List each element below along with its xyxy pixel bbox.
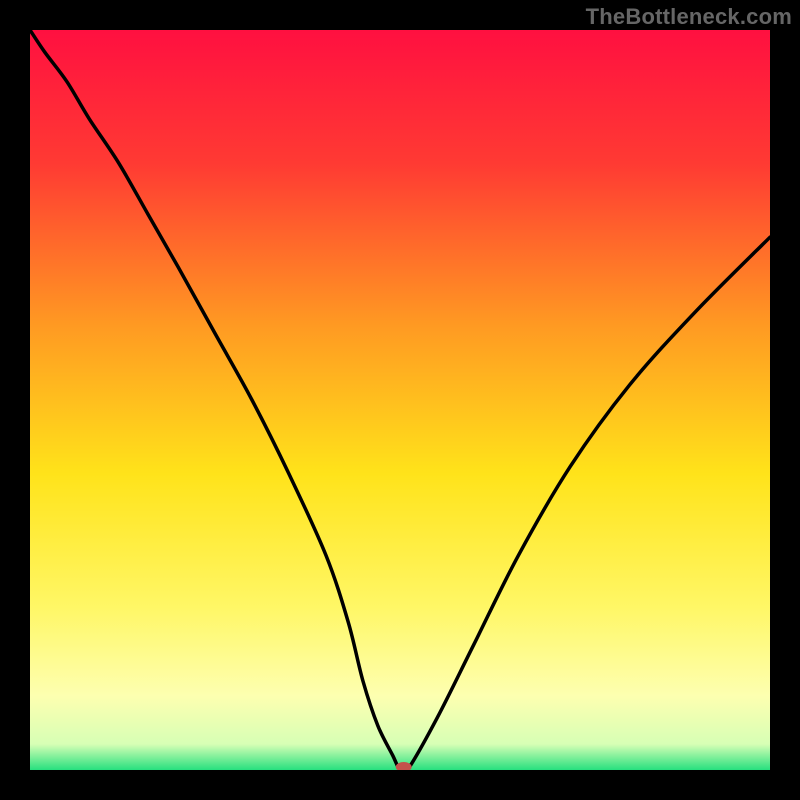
chart-background bbox=[30, 30, 770, 770]
watermark-text: TheBottleneck.com bbox=[586, 4, 792, 30]
chart-plot-area bbox=[30, 30, 770, 770]
chart-frame: TheBottleneck.com bbox=[0, 0, 800, 800]
chart-svg bbox=[30, 30, 770, 770]
